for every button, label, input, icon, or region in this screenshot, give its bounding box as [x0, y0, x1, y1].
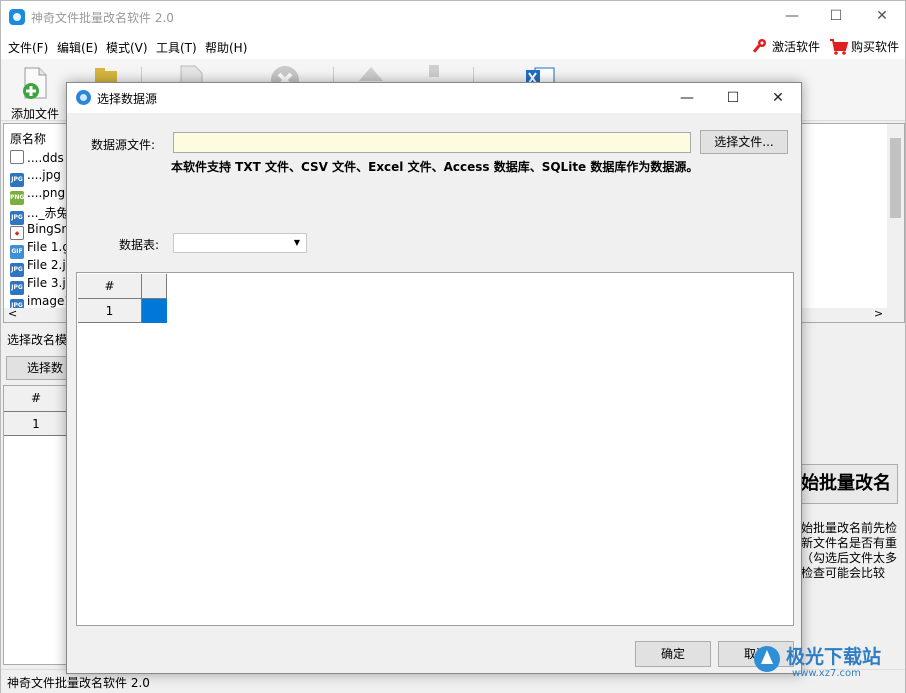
shopping-cart-icon	[830, 39, 849, 55]
grid-header-cell[interactable]	[142, 274, 167, 299]
status-text: 神奇文件批量改名软件 2.0	[7, 676, 150, 690]
scroll-left-arrow[interactable]: <	[8, 307, 17, 320]
list-item[interactable]: PNG ....png	[10, 186, 65, 205]
dds-file-icon	[10, 150, 24, 164]
dropdown-arrow-icon: ▼	[293, 238, 300, 247]
window-title: 神奇文件批量改名软件 2.0	[31, 11, 174, 25]
jpg-file-icon: JPG	[10, 173, 24, 187]
choose-file-button[interactable]: 选择文件...	[700, 130, 788, 154]
original-name-column-header[interactable]: 原名称	[10, 130, 46, 147]
key-icon	[753, 39, 766, 53]
png-file-icon: PNG	[10, 191, 24, 205]
watermark: 极光下载站 www.xz7.com	[752, 640, 902, 690]
ok-button[interactable]: 确定	[635, 641, 711, 667]
minimize-button[interactable]: —	[769, 1, 815, 31]
data-table-label: 数据表:	[119, 238, 160, 252]
data-source-file-input[interactable]	[173, 132, 691, 153]
grid-row-number: 1	[4, 412, 68, 436]
gif-file-icon: GIF	[10, 245, 24, 259]
menu-help[interactable]: 帮助(H)	[205, 39, 247, 56]
dialog-close-button[interactable]: ✕	[755, 83, 801, 113]
list-item[interactable]: JPG ....jpg	[10, 168, 61, 187]
start-batch-rename-button[interactable]: 始批量改名	[796, 464, 898, 504]
grid-row-number: 1	[78, 299, 142, 323]
select-data-source-dialog: 选择数据源 — ☐ ✕ 数据源文件: 选择文件... 本软件支持 TXT 文件、…	[66, 82, 802, 674]
menu-tools[interactable]: 工具(T)	[156, 39, 197, 56]
activate-link[interactable]: 激活软件	[772, 38, 820, 55]
menu-file[interactable]: 文件(F)	[8, 39, 48, 56]
watermark-logo-icon	[754, 646, 780, 672]
dialog-title: 选择数据源	[97, 92, 158, 106]
menu-bar: 文件(F) 编辑(E) 模式(V) 工具(T) 帮助(H) 激活软件 购买软件	[1, 33, 905, 59]
data-preview-grid[interactable]: # 1	[76, 272, 794, 626]
dialog-maximize-button[interactable]: ☐	[710, 83, 756, 113]
close-button[interactable]: ✕	[859, 1, 905, 31]
add-file-button[interactable]: 添加文件	[1, 65, 59, 121]
dialog-app-icon	[76, 90, 91, 105]
add-file-label: 添加文件	[10, 107, 59, 121]
dialog-minimize-button[interactable]: —	[664, 83, 710, 113]
list-item[interactable]: JPG File 2.jp	[10, 258, 73, 277]
jpg-file-icon: JPG	[10, 281, 24, 295]
menu-mode[interactable]: 模式(V)	[106, 39, 148, 56]
check-duplicate-note: 始批量改名前先检 新文件名是否有重 （勾选后文件太多 检查可能会比较	[801, 521, 898, 580]
grid-header-number: #	[78, 274, 142, 299]
list-item[interactable]: JPG File 3.jp	[10, 276, 73, 295]
list-item[interactable]: GIF File 1.gi	[10, 240, 73, 259]
grid-header-cell: #	[4, 386, 68, 412]
data-source-file-label: 数据源文件:	[91, 138, 156, 152]
list-item[interactable]: ....dds	[10, 150, 64, 168]
image-file-icon: ◆	[10, 226, 24, 240]
watermark-url: www.xz7.com	[792, 668, 861, 679]
list-item[interactable]: JPG ..._赤兔	[10, 204, 68, 225]
scrollbar-thumb[interactable]	[890, 138, 901, 218]
rename-mode-label: 选择改名模	[7, 333, 68, 347]
dialog-title-bar: 选择数据源 — ☐ ✕	[67, 83, 801, 113]
maximize-button[interactable]: ☐	[813, 1, 859, 31]
app-logo-icon	[9, 9, 25, 25]
grid-selected-cell[interactable]	[142, 299, 167, 323]
data-table-select[interactable]: ▼	[173, 233, 307, 253]
scroll-right-arrow[interactable]: >	[874, 307, 883, 320]
select-data-button[interactable]: 选择数	[6, 356, 68, 380]
buy-link[interactable]: 购买软件	[851, 38, 899, 55]
add-file-icon	[23, 67, 47, 99]
jpg-file-icon: JPG	[10, 263, 24, 277]
supported-formats-hint: 本软件支持 TXT 文件、CSV 文件、Excel 文件、Access 数据库、…	[171, 160, 699, 174]
rename-grid: # 1	[3, 385, 69, 665]
menu-edit[interactable]: 编辑(E)	[57, 39, 98, 56]
title-bar: 神奇文件批量改名软件 2.0 — ☐ ✕	[1, 1, 905, 33]
vertical-scrollbar[interactable]	[887, 124, 904, 322]
watermark-text: 极光下载站	[786, 646, 882, 668]
